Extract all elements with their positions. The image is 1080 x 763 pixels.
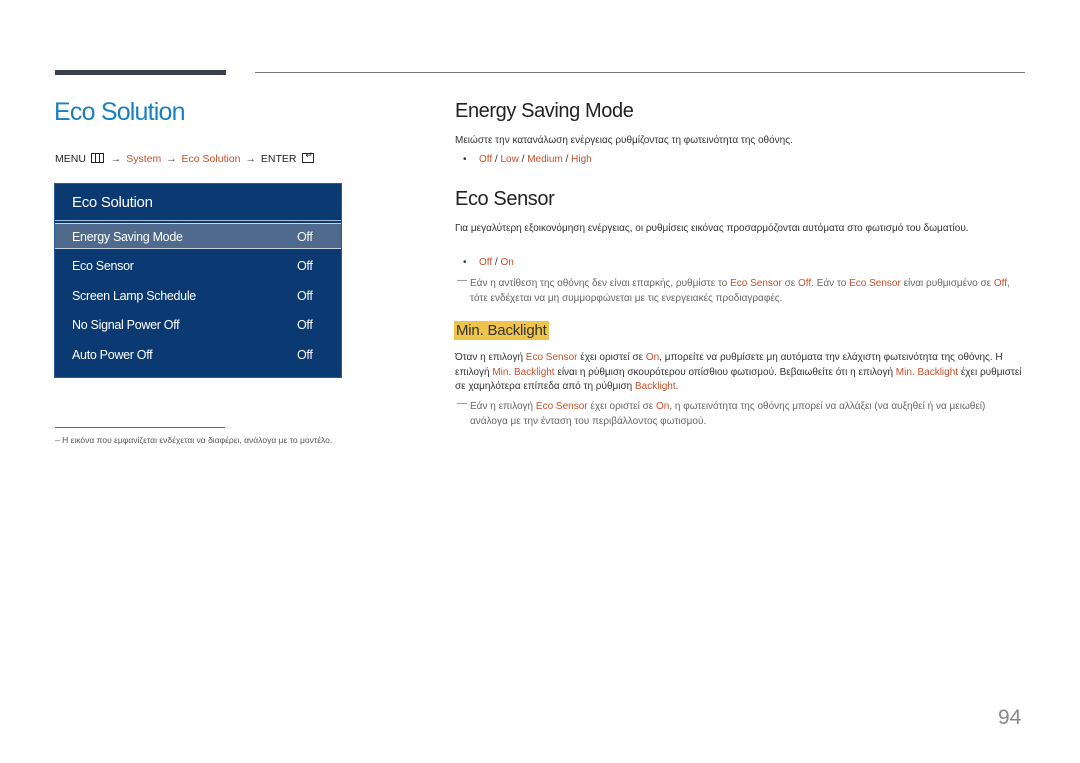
- energy-saving-options: • Off / Low / Medium / High: [463, 154, 592, 165]
- osd-item-screen-lamp-schedule[interactable]: Screen Lamp Schedule Off: [55, 283, 341, 309]
- page-title: Eco Solution: [54, 98, 186, 126]
- para-highlight: Eco Sensor: [525, 352, 578, 363]
- note-highlight: On: [656, 401, 670, 412]
- energy-saving-heading: Energy Saving Mode: [455, 100, 634, 122]
- menu-path-eco-solution: Eco Solution: [181, 153, 241, 165]
- option-medium: Medium: [527, 154, 563, 165]
- arrow-icon: →: [110, 153, 122, 165]
- option-off: Off: [479, 257, 493, 268]
- para-highlight: Min. Backlight: [895, 366, 959, 378]
- note-text: είναι ρυθμισμένο σε: [900, 278, 994, 289]
- menu-path-system: System: [126, 153, 162, 165]
- osd-item-label: Screen Lamp Schedule: [72, 289, 196, 303]
- separator: /: [492, 257, 501, 268]
- note-text: . Εάν το: [811, 278, 850, 289]
- enter-label: ENTER: [260, 153, 297, 165]
- para-highlight: Backlight: [635, 381, 676, 392]
- osd-item-value: Off: [297, 348, 313, 362]
- note-text: Εάν η επιλογή: [470, 401, 536, 412]
- para-highlight: On: [645, 352, 660, 363]
- menu-path: MENU → System → Eco Solution → ENTER: [55, 150, 315, 165]
- note-highlight: Eco Sensor: [535, 401, 588, 412]
- eco-sensor-heading: Eco Sensor: [455, 188, 555, 210]
- enter-icon: [302, 150, 315, 163]
- eco-sensor-description: Για μεγαλύτερη εξοικονόμηση ενέργειας, ο…: [455, 223, 969, 234]
- min-backlight-heading: Min. Backlight: [454, 321, 549, 340]
- note-highlight: Off: [798, 278, 812, 289]
- min-backlight-description: Όταν η επιλογή Eco Sensor έχει οριστεί σ…: [455, 351, 1025, 395]
- note-text: Εάν η αντίθεση της οθόνης δεν είναι επαρ…: [470, 278, 731, 289]
- osd-header: Eco Solution: [55, 184, 341, 221]
- eco-sensor-options: • Off / On: [463, 257, 514, 268]
- note-highlight: Off: [993, 278, 1008, 289]
- page-number: 94: [998, 706, 1022, 729]
- arrow-icon: →: [166, 153, 177, 165]
- osd-menu: Eco Solution Energy Saving Mode Off Eco …: [54, 183, 342, 378]
- header-rule-thin: [255, 72, 1025, 73]
- osd-item-label: No Signal Power Off: [72, 318, 180, 332]
- note-dash: —: [457, 275, 467, 286]
- osd-item-value: Off: [297, 259, 313, 273]
- option-on: On: [500, 257, 514, 268]
- footnote: – Η εικόνα που εμφανίζεται ενδέχεται να …: [55, 435, 333, 445]
- separator: /: [492, 154, 501, 165]
- para-highlight: Min. Backlight: [492, 366, 555, 378]
- arrow-icon: →: [245, 153, 256, 165]
- osd-title: Eco Solution: [72, 194, 153, 211]
- osd-item-label: Auto Power Off: [72, 348, 153, 362]
- eco-sensor-note: — Εάν η αντίθεση της οθόνης δεν είναι επα…: [455, 275, 1025, 306]
- osd-item-no-signal-power-off[interactable]: No Signal Power Off Off: [55, 312, 341, 338]
- min-backlight-note: — Εάν η επιλογή Eco Sensor έχει οριστεί σ…: [455, 398, 1025, 429]
- note-dash: —: [457, 398, 467, 409]
- para-text: είναι η ρύθμιση σκουρότερου οπίσθιου φωτ…: [554, 366, 896, 378]
- bullet-icon: •: [463, 154, 467, 165]
- option-off: Off: [479, 154, 493, 165]
- menu-icon: [90, 153, 104, 163]
- header-rule-thick: [55, 70, 226, 75]
- osd-item-eco-sensor[interactable]: Eco Sensor Off: [55, 253, 341, 279]
- note-highlight: Eco Sensor: [849, 278, 901, 289]
- osd-item-energy-saving-mode[interactable]: Energy Saving Mode Off: [55, 223, 341, 249]
- para-text: .: [675, 381, 679, 392]
- note-text: σε: [781, 278, 798, 289]
- note-highlight: Eco Sensor: [730, 278, 782, 289]
- option-high: High: [571, 154, 592, 165]
- note-text: έχει οριστεί σε: [587, 401, 657, 412]
- separator: /: [518, 154, 528, 165]
- para-text: έχει οριστεί σε: [577, 352, 646, 363]
- bullet-icon: •: [463, 257, 467, 268]
- osd-item-value: Off: [297, 318, 313, 332]
- para-text: Όταν η επιλογή: [455, 352, 526, 363]
- energy-saving-description: Μειώστε την κατανάλωση ενέργειας ρυθμίζο…: [455, 135, 793, 146]
- menu-label: MENU: [55, 153, 86, 165]
- osd-item-label: Eco Sensor: [72, 259, 134, 273]
- osd-item-auto-power-off[interactable]: Auto Power Off Off: [55, 342, 341, 368]
- osd-item-value: Off: [297, 289, 313, 303]
- footnote-rule: [55, 427, 225, 428]
- osd-item-value: Off: [297, 230, 313, 244]
- option-low: Low: [500, 154, 519, 165]
- separator: /: [562, 154, 572, 165]
- osd-item-label: Energy Saving Mode: [72, 230, 183, 244]
